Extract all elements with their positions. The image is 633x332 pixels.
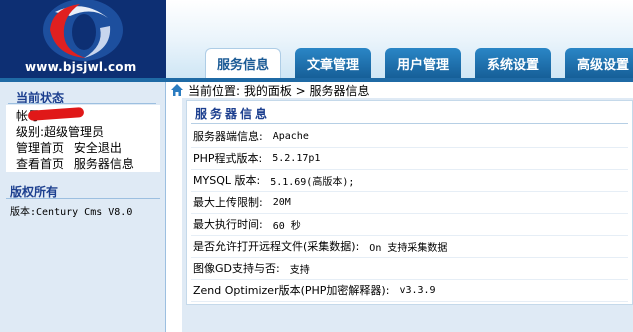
- info-row: 是否允许打开远程文件(采集数据): On 支持采集数据: [191, 235, 628, 258]
- tab-server-info[interactable]: 服务信息: [205, 48, 281, 78]
- server-info-link[interactable]: 服务器信息: [74, 157, 134, 171]
- level-text: 级别:超级管理员: [16, 125, 105, 139]
- status-box: 帐号: 级别:超级管理员 管理首页 安全退出 查看首页 服务器信息: [6, 105, 160, 172]
- row-label: 是否允许打开远程文件(采集数据):: [193, 240, 360, 253]
- row-value: 60 秒: [272, 220, 301, 232]
- row-value: 支持: [289, 264, 310, 276]
- breadcrumb-text: 当前位置: 我的面板 > 服务器信息: [188, 83, 370, 98]
- row-label: 最大上传限制:: [193, 196, 263, 209]
- sidebar: 当前状态 帐号: 级别:超级管理员 管理首页 安全退出 查看首页 服务器信息 版…: [0, 82, 166, 332]
- row-value: Apache: [272, 130, 309, 142]
- row-value: 5.1.69(高版本);: [270, 176, 355, 188]
- row-value: 5.2.17p1: [272, 152, 321, 164]
- info-row: 最大上传限制: 20M: [191, 191, 628, 214]
- links-row-1: 管理首页 安全退出: [16, 139, 122, 156]
- main-nav: 服务信息 文章管理 用户管理 系统设置 高级设置: [205, 48, 633, 78]
- tab-article-management[interactable]: 文章管理: [295, 48, 371, 78]
- breadcrumb: 当前位置: 我的面板 > 服务器信息: [166, 82, 633, 98]
- row-value: 20M: [272, 196, 291, 208]
- row-label: 图像GD支持与否:: [193, 262, 280, 275]
- row-value: v3.3.9: [399, 284, 436, 296]
- row-label: 最大执行时间:: [193, 218, 263, 231]
- links-row-2: 查看首页 服务器信息: [16, 155, 134, 172]
- version-text: 版本:Century Cms V8.0: [10, 207, 133, 218]
- tab-user-management[interactable]: 用户管理: [385, 48, 461, 78]
- server-info-panel: 服务器信息 服务器端信息: Apache PHP程式版本: 5.2.17p1 M…: [186, 100, 633, 305]
- site-logo[interactable]: www.bjsjwl.com: [0, 0, 166, 78]
- content-footer: [182, 305, 633, 332]
- info-row: 图像GD支持与否: 支持: [191, 257, 628, 280]
- logout-link[interactable]: 安全退出: [74, 141, 122, 155]
- view-home-link[interactable]: 查看首页: [16, 157, 64, 171]
- panel-divider: [191, 123, 628, 124]
- site-domain: www.bjsjwl.com: [25, 60, 137, 74]
- panel-title: 服务器信息: [195, 107, 271, 121]
- info-row: PHP程式版本: 5.2.17p1: [191, 147, 628, 170]
- copyright-divider: [6, 198, 160, 199]
- tab-system-settings[interactable]: 系统设置: [475, 48, 551, 78]
- status-divider: [8, 103, 156, 104]
- admin-home-link[interactable]: 管理首页: [16, 141, 64, 155]
- row-label: Zend Optimizer版本(PHP加密解释器):: [193, 284, 390, 297]
- info-row: MYSQL 版本: 5.1.69(高版本);: [191, 169, 628, 192]
- home-icon[interactable]: [170, 83, 184, 97]
- info-row: Zend Optimizer版本(PHP加密解释器): v3.3.9: [191, 279, 628, 302]
- header: www.bjsjwl.com 服务信息 文章管理 用户管理 系统设置 高级设置: [0, 0, 633, 78]
- row-label: MYSQL 版本:: [193, 174, 261, 187]
- row-label: 服务器端信息:: [193, 130, 263, 143]
- info-row: 最大执行时间: 60 秒: [191, 213, 628, 236]
- row-value: On 支持采集数据: [369, 242, 448, 254]
- info-row: 服务器端信息: Apache: [191, 125, 628, 148]
- tab-advanced-settings[interactable]: 高级设置: [565, 48, 633, 78]
- row-label: PHP程式版本:: [193, 152, 263, 165]
